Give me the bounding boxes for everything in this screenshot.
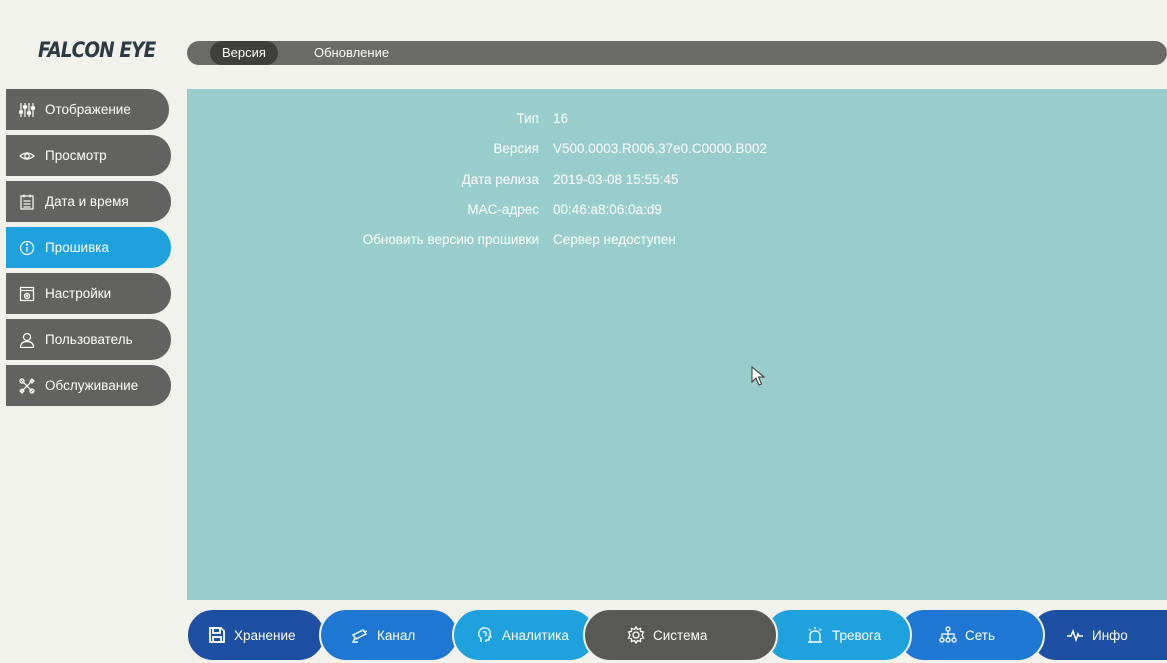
settings-window-icon: [18, 285, 36, 303]
bottom-nav: Хранение Канал Аналитика Система Тревога…: [186, 607, 1167, 663]
calendar-icon: [18, 193, 36, 211]
sidebar-item-label: Дата и время: [45, 194, 129, 209]
gear-icon: [627, 626, 645, 644]
info-label: Тип: [516, 111, 539, 126]
nav-label: Канал: [377, 627, 416, 643]
sidebar-item-label: Пользователь: [45, 332, 133, 347]
camera-icon: [351, 626, 369, 644]
nav-label: Тревога: [832, 627, 882, 643]
nav-label: Хранение: [234, 627, 296, 643]
info-label: Обновить версию прошивки: [362, 232, 539, 247]
info-row-type: Тип 16: [187, 111, 1167, 131]
sidebar-item-label: Просмотр: [45, 148, 107, 163]
save-icon: [208, 626, 226, 644]
sidebar-item-settings[interactable]: Настройки: [6, 273, 171, 314]
info-value: 00:46:a8:06:0a:d9: [553, 202, 662, 217]
nav-label: Система: [653, 627, 708, 643]
nav-analytics[interactable]: Аналитика: [452, 608, 597, 662]
info-label: Дата релиза: [461, 172, 539, 187]
info-value: Сервер недоступен: [553, 232, 676, 247]
eye-icon: [18, 147, 36, 165]
brand-logo: FALCON EYE: [38, 38, 156, 62]
user-icon: [18, 331, 36, 349]
version-info-panel: Тип 16 Версия V500.0003.R006.37e0.C0000.…: [187, 89, 1167, 600]
sidebar-item-label: Прошивка: [45, 240, 109, 255]
nav-info[interactable]: Инфо: [1029, 608, 1167, 662]
info-value: 16: [553, 111, 569, 126]
sidebar-item-label: Обслуживание: [45, 378, 139, 393]
sidebar-item-label: Отображение: [45, 102, 131, 117]
network-icon: [939, 626, 957, 644]
info-value: V500.0003.R006.37e0.C0000.B002: [553, 141, 767, 156]
sliders-icon: [18, 101, 36, 119]
sidebar-item-maintenance[interactable]: Обслуживание: [6, 365, 171, 406]
nav-label: Сеть: [965, 627, 996, 643]
tab-version[interactable]: Версия: [210, 41, 278, 65]
info-row-version: Версия V500.0003.R006.37e0.C0000.B002: [187, 141, 1167, 161]
info-label: MAC-адрес: [467, 202, 539, 217]
nav-network[interactable]: Сеть: [897, 608, 1045, 662]
info-value: 2019-03-08 15:55:45: [553, 172, 679, 187]
sidebar-item-firmware[interactable]: Прошивка: [6, 227, 171, 268]
brain-icon: [476, 626, 494, 644]
nav-alarm[interactable]: Тревога: [764, 608, 912, 662]
sidebar-item-display[interactable]: Отображение: [6, 89, 169, 130]
tools-icon: [18, 377, 36, 395]
sidebar-item-preview[interactable]: Просмотр: [6, 135, 171, 176]
sidebar-item-datetime[interactable]: Дата и время: [6, 181, 171, 222]
alarm-icon: [806, 626, 824, 644]
top-tab-bar: Версия Обновление: [187, 41, 1167, 65]
info-label: Версия: [493, 141, 539, 156]
nav-label: Аналитика: [502, 627, 569, 643]
nav-storage[interactable]: Хранение: [186, 608, 326, 662]
tab-update[interactable]: Обновление: [314, 41, 389, 65]
mouse-cursor-icon: [751, 365, 767, 393]
info-row-mac: MAC-адрес 00:46:a8:06:0a:d9: [187, 202, 1167, 222]
info-row-release-date: Дата релиза 2019-03-08 15:55:45: [187, 172, 1167, 192]
nav-system[interactable]: Система: [583, 608, 778, 662]
info-row-firmware-update: Обновить версию прошивки Сервер недоступ…: [187, 232, 1167, 252]
sidebar-item-label: Настройки: [45, 286, 112, 301]
nav-label: Инфо: [1092, 627, 1128, 643]
pulse-icon: [1066, 626, 1084, 644]
sidebar-item-user[interactable]: Пользователь: [6, 319, 171, 360]
nav-channel[interactable]: Канал: [319, 608, 459, 662]
info-icon: [18, 239, 36, 257]
